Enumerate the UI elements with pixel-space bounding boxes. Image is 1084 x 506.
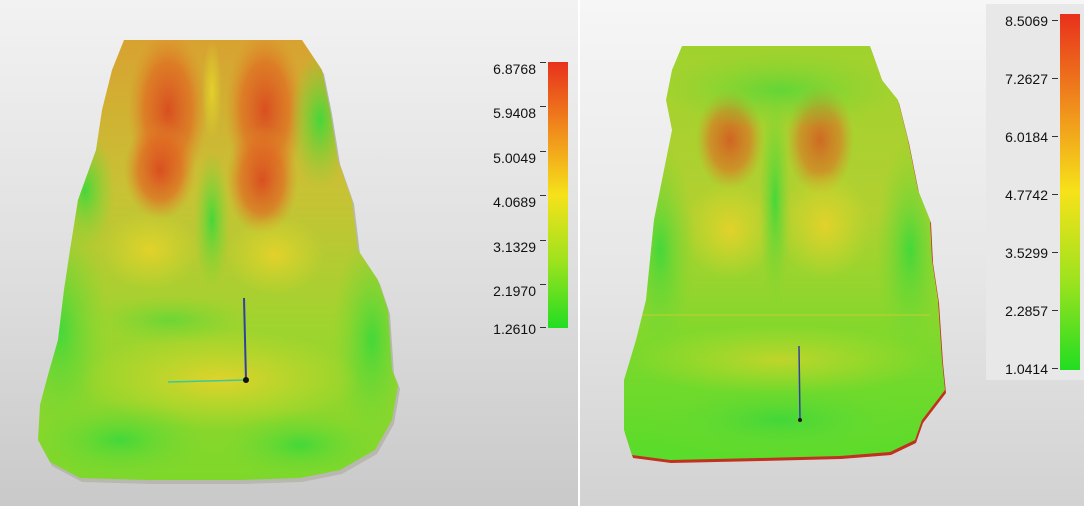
right-scale-tick (1052, 136, 1058, 137)
axis-z-line (798, 345, 801, 421)
right-scale-tick (1052, 368, 1058, 369)
right-scale-label: 7.2627 (1005, 71, 1048, 87)
left-scale-label: 6.8768 (493, 61, 536, 77)
right-scale-tick (1052, 20, 1058, 21)
right-scale-label: 3.5299 (1005, 245, 1048, 261)
left-scale-tick (540, 240, 546, 241)
right-scale-label: 1.0414 (1005, 361, 1048, 377)
right-scale-tick (1052, 78, 1058, 79)
right-color-scale-bar (1060, 14, 1080, 370)
left-scale-tick (540, 62, 546, 63)
left-color-scale-bar (548, 62, 568, 328)
right-scale-label: 6.0184 (1005, 129, 1048, 145)
right-scale-tick (1052, 310, 1058, 311)
left-scale-label: 2.1970 (493, 283, 536, 299)
right-scale-label: 2.2857 (1005, 303, 1048, 319)
right-scale-label: 4.7742 (1005, 187, 1048, 203)
axis-origin-dot (798, 418, 802, 422)
right-scale-label: 8.5069 (1005, 13, 1048, 29)
left-scale-tick (540, 151, 546, 152)
left-scale-label: 3.1329 (493, 239, 536, 255)
left-scale-tick (540, 106, 546, 107)
left-scale-label: 4.0689 (493, 194, 536, 210)
right-scale-tick (1052, 252, 1058, 253)
left-scale-label: 5.0049 (493, 150, 536, 166)
axis-origin-dot (243, 377, 249, 383)
right-view-panel: 8.5069 7.2627 6.0184 4.7742 3.5299 2.285… (580, 0, 1084, 506)
left-scale-tick (540, 195, 546, 196)
left-scale-label: 1.2610 (493, 321, 536, 337)
left-scale-tick (540, 327, 546, 328)
left-scale-label: 5.9408 (493, 105, 536, 121)
left-view-panel: 6.8768 5.9408 5.0049 4.0689 3.1329 2.197… (0, 0, 578, 506)
right-scale-tick (1052, 194, 1058, 195)
left-scale-tick (540, 284, 546, 285)
